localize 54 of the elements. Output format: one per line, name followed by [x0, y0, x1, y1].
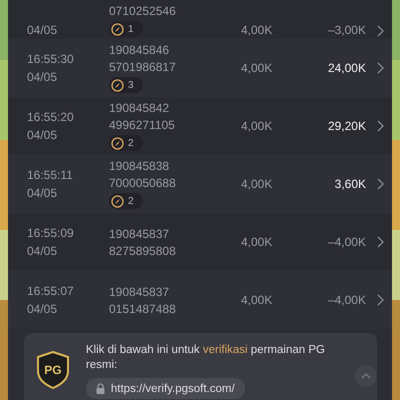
round-id-text: 7000050688 [109, 176, 177, 190]
round-id-text: 4996271105 [109, 118, 176, 132]
time-text: 16:55:07 [27, 284, 75, 298]
url-link[interactable]: https://verify.pgsoft.com/ [86, 378, 245, 399]
round-id-text: 190845846 [109, 43, 170, 57]
profit-amount: 3,60K [334, 177, 366, 191]
round-id-text: 0710252546 [109, 4, 177, 18]
chevron-right-icon[interactable] [376, 294, 384, 306]
date-text: 04/05 [27, 186, 58, 200]
bet-amount: 4,00K [241, 23, 274, 37]
round-id-text: 5701986817 [109, 60, 177, 74]
chevron-right-icon[interactable] [376, 178, 384, 190]
bet-amount: 4,00K [241, 119, 274, 133]
free-spin-badge: 2 [109, 193, 143, 209]
chevron-right-icon[interactable] [376, 62, 384, 74]
chevron-right-icon[interactable] [376, 25, 384, 37]
bet-amount: 4,00K [241, 177, 274, 191]
round-id-text: 8275895808 [109, 244, 177, 258]
round-id-text: 190845837 [109, 226, 170, 240]
bet-amount: 4,00K [241, 293, 274, 307]
chevron-right-icon[interactable] [376, 236, 384, 248]
time-text: 16:55:20 [27, 110, 75, 124]
time-text: 16:55:30 [27, 52, 75, 66]
date-text: 04/05 [27, 244, 58, 258]
profit-amount: –4,00K [326, 235, 366, 249]
compass-icon [111, 78, 124, 92]
bet-amount: 4,00K [241, 235, 274, 249]
date-text: 04/05 [27, 128, 58, 142]
date-text: 04/05 [27, 23, 58, 37]
date-text: 04/05 [27, 70, 58, 84]
profit-amount: 24,00K [326, 61, 366, 75]
bet-amount: 4,00K [241, 61, 274, 75]
free-spin-badge: 3 [109, 77, 143, 93]
profit-amount: –3,00K [326, 23, 366, 37]
compass-icon [111, 194, 124, 208]
time-text: 16:55:09 [27, 226, 75, 240]
date-text: 04/05 [27, 302, 58, 316]
round-id-text: 0151487488 [109, 302, 177, 316]
round-id-text: 190845842 [109, 101, 170, 115]
chevron-up-icon [361, 373, 372, 379]
free-spin-badge: 1 [109, 21, 143, 37]
pg-logo: PG [36, 351, 70, 389]
collapse-button[interactable] [355, 365, 377, 387]
verification-message: Klik di bawah ini untuk verifikasi permainan PG resmi: [86, 343, 326, 373]
free-spin-badge: 2 [109, 135, 143, 151]
lock-icon [96, 383, 105, 394]
round-id-text: 190845837 [109, 284, 170, 298]
round-id-text: 190845838 [109, 159, 170, 173]
chevron-right-icon[interactable] [376, 120, 384, 132]
profit-amount: –4,00K [326, 293, 366, 307]
compass-icon [111, 136, 124, 150]
compass-icon [111, 22, 124, 36]
profit-amount: 29,20K [326, 119, 366, 133]
time-text: 16:55:11 [27, 168, 74, 182]
